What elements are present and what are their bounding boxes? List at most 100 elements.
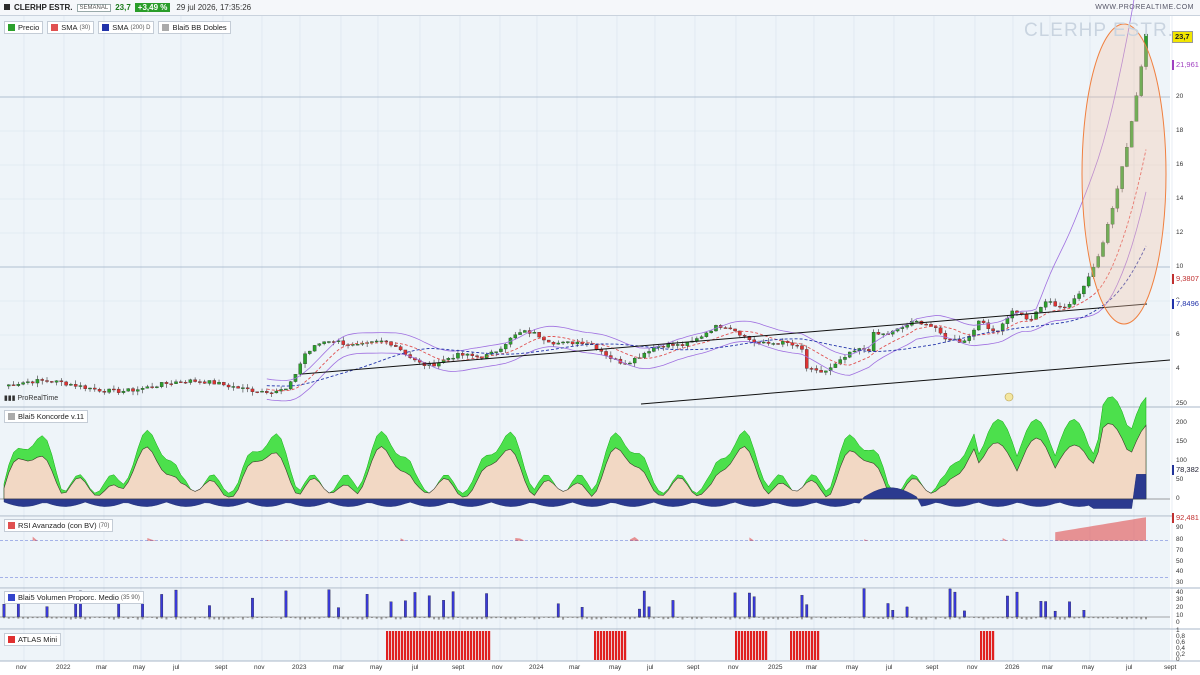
candle	[1067, 304, 1072, 308]
candle	[704, 332, 709, 337]
x-tick-label: sept	[687, 664, 700, 671]
legend-koncorde[interactable]: Blai5 Koncorde v.11	[4, 410, 89, 423]
candle	[288, 381, 293, 390]
candle	[355, 344, 360, 346]
candle	[236, 386, 240, 389]
atlas-bar	[458, 631, 461, 660]
candle	[699, 336, 704, 339]
legend-price[interactable]: Precio	[4, 21, 44, 34]
candle	[150, 386, 154, 388]
candle	[140, 388, 145, 390]
volume-bar	[476, 617, 479, 620]
volume-bar	[714, 617, 717, 619]
x-tick-label: jul	[1126, 664, 1133, 671]
candle	[728, 327, 733, 330]
candle	[93, 387, 97, 390]
candle	[470, 353, 475, 356]
y-tick: 70	[1176, 547, 1184, 554]
atlas-bar	[618, 631, 621, 660]
candle	[561, 341, 565, 344]
candle	[661, 346, 666, 348]
legend-swatch	[8, 522, 15, 529]
volume-bar	[1044, 617, 1047, 620]
candle	[761, 341, 766, 344]
rsi-legend: RSI Avanzado (con BV) (70)	[4, 519, 114, 532]
volume-bar	[356, 617, 359, 620]
atlas-bar	[986, 631, 989, 660]
atlas-legend: ATLAS Mini	[4, 633, 62, 646]
x-tick-label: 2026	[1005, 664, 1020, 671]
atlas-bar	[464, 631, 467, 660]
candle	[303, 353, 307, 365]
candle	[116, 388, 121, 393]
watermark: CLERHP ESTR.	[1024, 20, 1174, 41]
y-tick: 50	[1176, 558, 1184, 565]
candle	[437, 362, 441, 367]
volume-bar	[781, 617, 784, 619]
x-tick-label: nov	[492, 664, 503, 671]
candle	[733, 328, 737, 332]
atlas-bar	[446, 631, 449, 660]
candle	[121, 390, 126, 393]
volume-bar	[777, 617, 780, 620]
candle	[226, 384, 231, 388]
volume-bar	[427, 595, 431, 618]
volume-bar	[413, 592, 417, 618]
candle	[298, 363, 303, 375]
atlas-bar	[612, 631, 615, 660]
candle	[537, 332, 541, 338]
candle	[159, 382, 164, 387]
volume-bar	[772, 617, 775, 619]
candle	[126, 388, 130, 392]
legend-rsi[interactable]: RSI Avanzado (con BV) (70)	[4, 519, 114, 532]
volume-bar	[1054, 617, 1057, 620]
volume-bar	[136, 617, 139, 620]
candle	[460, 353, 465, 356]
atlas-bar	[389, 631, 392, 660]
candle	[78, 385, 83, 387]
legend-atlas[interactable]: ATLAS Mini	[4, 633, 62, 646]
volume-bar	[915, 617, 918, 620]
atlas-bar	[799, 631, 802, 660]
atlas-bar	[753, 631, 756, 660]
y-tick: 40	[1176, 589, 1184, 596]
volume-bar	[886, 617, 889, 620]
volume-bar	[232, 617, 235, 619]
candle	[809, 368, 814, 370]
legend-sma200[interactable]: SMA (200) D	[98, 21, 155, 34]
volume-bar	[805, 604, 809, 618]
volume-bar	[389, 601, 393, 618]
legend-swatch	[8, 24, 15, 31]
volume-bar	[556, 603, 560, 618]
candle	[523, 330, 527, 333]
atlas-bar	[407, 631, 410, 660]
candle	[112, 388, 116, 391]
volume-bar	[165, 617, 168, 620]
legend-volume[interactable]: Blai5 Volumen Proporc. Medio (35 90)	[4, 591, 144, 604]
atlas-bar	[606, 631, 609, 660]
volume-bar	[762, 617, 765, 620]
volume-bar	[514, 617, 517, 620]
koncorde-badge: 78,382	[1172, 465, 1200, 475]
atlas-bar	[479, 631, 482, 660]
volume-bar	[79, 617, 82, 620]
candle	[1024, 314, 1029, 320]
x-tick-label: may	[1082, 664, 1095, 671]
sma200-badge: 7,8496	[1172, 299, 1200, 309]
candle	[451, 357, 455, 360]
volume-bar	[45, 606, 49, 618]
candle	[1048, 301, 1053, 303]
atlas-bar	[980, 631, 983, 660]
legend-sma30[interactable]: SMA (30)	[47, 21, 95, 34]
volume-bar	[691, 617, 694, 620]
volume-bar	[1015, 617, 1018, 620]
y-tick: 14	[1176, 195, 1184, 202]
volume-bar	[342, 617, 345, 620]
x-tick-label: nov	[967, 664, 978, 671]
legend-bb[interactable]: Blai5 BB Dobles	[158, 21, 231, 34]
x-tick-label: sept	[1164, 664, 1177, 671]
volume-bar	[175, 617, 178, 620]
chart-canvas[interactable]	[0, 0, 1200, 675]
candle	[370, 341, 374, 343]
atlas-bar	[476, 631, 479, 660]
